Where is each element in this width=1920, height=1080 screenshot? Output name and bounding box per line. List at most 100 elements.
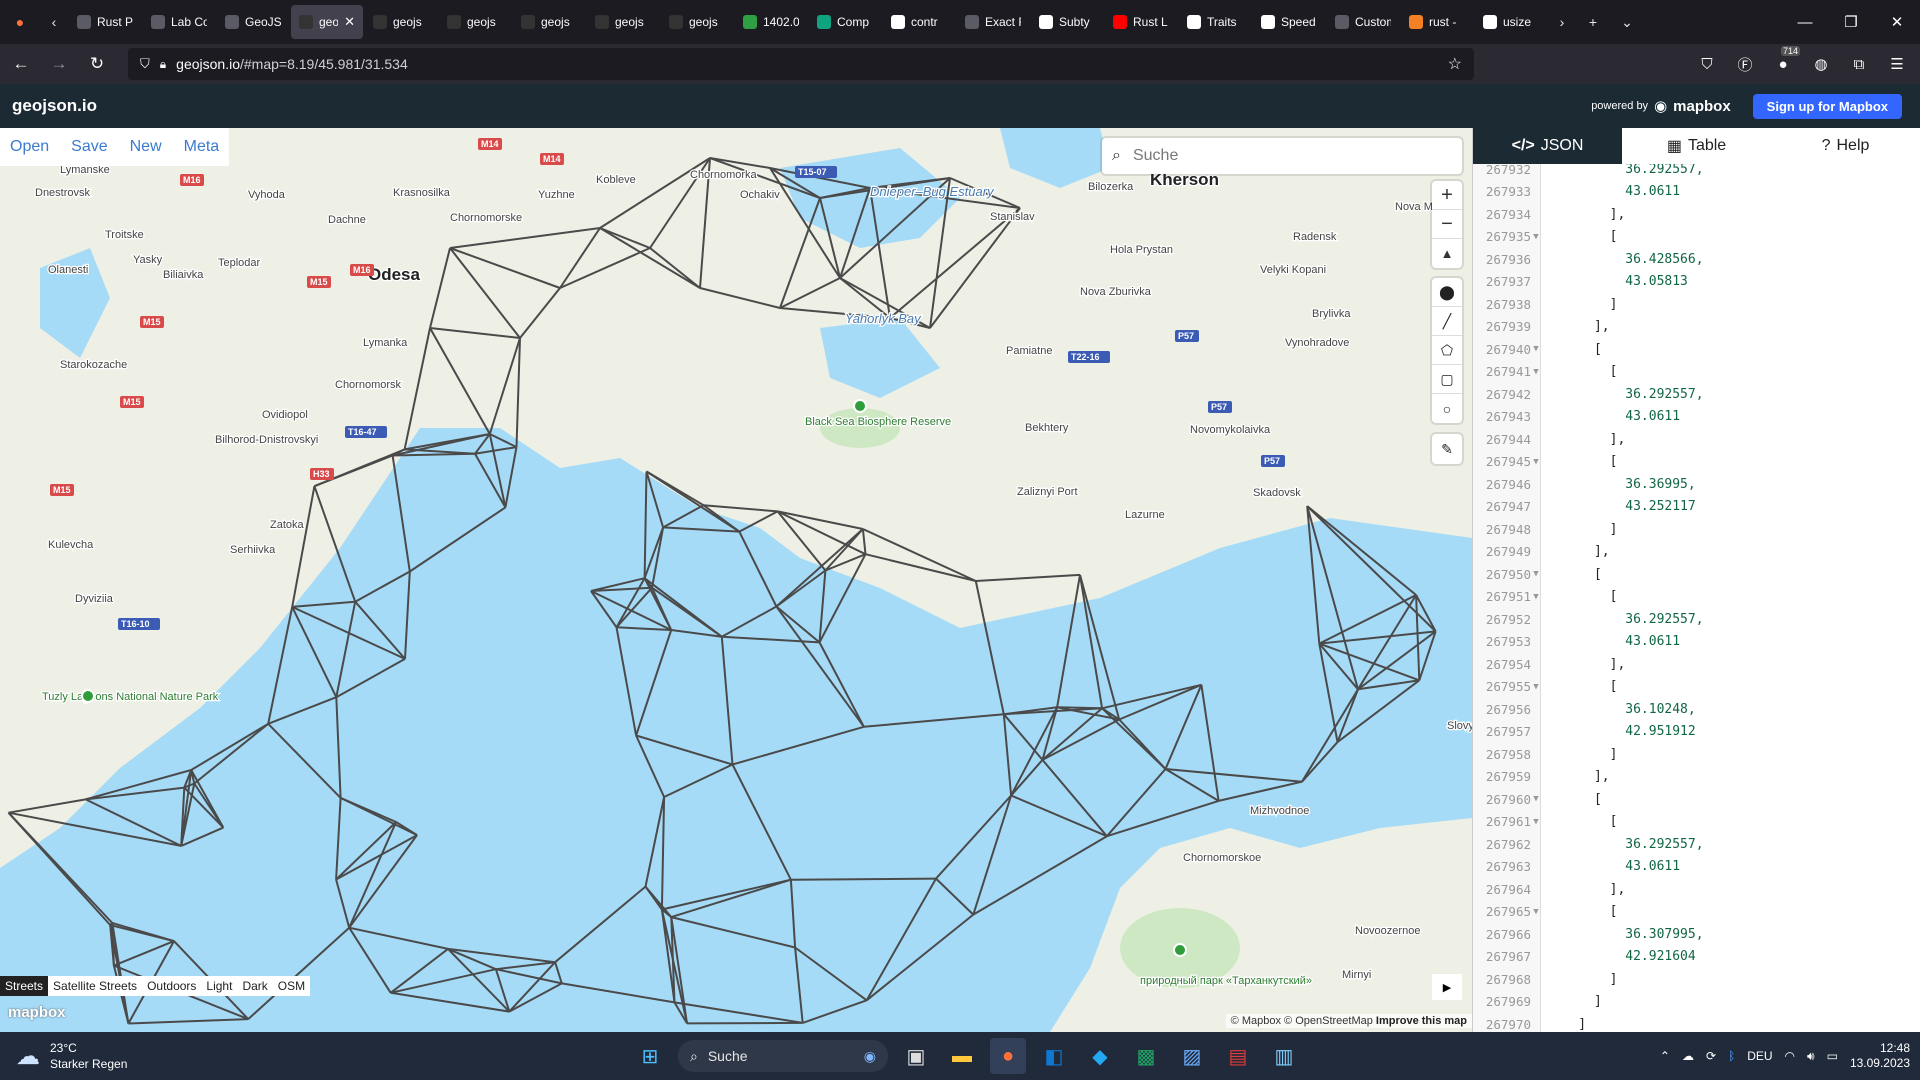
notepad-icon[interactable]: ▥ [1266, 1038, 1302, 1074]
language-indicator[interactable]: DEU [1747, 1049, 1772, 1063]
wifi-icon[interactable]: ◠ [1785, 1049, 1795, 1063]
pocket-icon[interactable]: ⛉ [1690, 48, 1724, 80]
close-window-icon[interactable]: ✕ [1874, 0, 1920, 44]
fold-arrow-icon[interactable]: ▼ [1531, 569, 1541, 579]
browser-tab[interactable]: Traits [1179, 5, 1251, 39]
tab-help[interactable]: ? Help [1771, 128, 1920, 164]
tab-table[interactable]: ▦ Table [1622, 128, 1771, 164]
draw-polygon-icon[interactable]: ⬠ [1432, 336, 1462, 365]
browser-tab[interactable]: Rust Playg [69, 5, 141, 39]
style-dark[interactable]: Dark [237, 976, 272, 996]
edit-features-icon[interactable]: ✎ [1432, 434, 1462, 464]
fold-arrow-icon[interactable]: ▼ [1531, 907, 1541, 917]
menu-save[interactable]: Save [71, 138, 107, 156]
excel-icon[interactable]: ▩ [1128, 1038, 1164, 1074]
browser-tab[interactable]: GeoJSON [217, 5, 289, 39]
outlook-icon[interactable]: ◧ [1036, 1038, 1072, 1074]
file-explorer-icon[interactable]: ▬ [944, 1038, 980, 1074]
menu-meta[interactable]: Meta [184, 138, 220, 156]
onedrive-icon[interactable]: ☁ [1682, 1049, 1694, 1063]
fold-arrow-icon[interactable]: ▼ [1531, 344, 1541, 354]
browser-tab[interactable]: Exact Rou [957, 5, 1029, 39]
minimize-icon[interactable]: — [1782, 0, 1828, 44]
app-logo[interactable]: geojson.io [12, 96, 97, 116]
battery-icon[interactable]: ▭ [1827, 1049, 1838, 1063]
draw-rectangle-icon[interactable]: ▢ [1432, 365, 1462, 394]
draw-line-icon[interactable]: ╱ [1432, 307, 1462, 336]
attribution-mapbox[interactable]: © Mapbox [1231, 1015, 1281, 1027]
list-all-tabs-icon[interactable]: ⌄ [1610, 0, 1644, 44]
browser-tab[interactable]: Lab Cours [143, 5, 215, 39]
hamburger-menu-icon[interactable]: ☰ [1880, 48, 1914, 80]
bluetooth-icon[interactable]: ᛒ [1728, 1049, 1735, 1063]
zoom-in-icon[interactable]: + [1432, 181, 1462, 210]
fold-arrow-icon[interactable]: ▼ [1531, 232, 1541, 242]
draw-point-icon[interactable]: ⬤ [1432, 278, 1462, 307]
browser-tab[interactable]: geojs [587, 5, 659, 39]
browser-tab[interactable]: usize [1475, 5, 1547, 39]
weather-widget[interactable]: ☁ 23°C Starker Regen [16, 1040, 127, 1072]
todo-app-icon[interactable]: ▤ [1220, 1038, 1256, 1074]
style-light[interactable]: Light [201, 976, 237, 996]
url-bar[interactable]: ⛉ 🔒︎ geojson.io/#map=8.19/45.981/31.534 … [128, 48, 1474, 80]
extension-badge-icon[interactable]: ● 714 [1766, 46, 1800, 80]
browser-tab[interactable]: Comp [809, 5, 881, 39]
firefox-menu-icon[interactable]: ● [0, 0, 40, 44]
volume-icon[interactable]: 🔊︎ [1807, 1049, 1815, 1064]
style-satellite-streets[interactable]: Satellite Streets [48, 976, 142, 996]
sync-icon[interactable]: ⟳ [1706, 1049, 1716, 1063]
clock[interactable]: 12:48 13.09.2023 [1850, 1041, 1910, 1071]
draw-circle-icon[interactable]: ○ [1432, 394, 1462, 423]
reload-icon[interactable]: ↻ [80, 48, 114, 80]
browser-tab[interactable]: contr [883, 5, 955, 39]
browser-tab[interactable]: Customiza [1327, 5, 1399, 39]
forward-icon[interactable]: → [42, 48, 76, 80]
account-icon[interactable]: Ⓕ [1728, 48, 1762, 80]
browser-tab[interactable]: Rust L [1105, 5, 1177, 39]
browser-tab[interactable]: Speed [1253, 5, 1325, 39]
paint-icon[interactable]: ▨ [1174, 1038, 1210, 1074]
task-view-icon[interactable]: ▣ [898, 1038, 934, 1074]
shield-icon[interactable]: ⛉ [140, 56, 150, 72]
browser-tab[interactable]: rust - [1401, 5, 1473, 39]
fold-arrow-icon[interactable]: ▼ [1531, 457, 1541, 467]
zoom-out-icon[interactable]: − [1432, 210, 1462, 239]
firefox-taskbar-icon[interactable]: ● [990, 1038, 1026, 1074]
signup-button[interactable]: Sign up for Mapbox [1752, 93, 1902, 119]
extensions-icon[interactable]: ⧉ [1842, 48, 1876, 80]
tab-json[interactable]: </> JSON [1473, 128, 1622, 164]
compass-icon[interactable]: ▲ [1432, 239, 1462, 268]
collapse-panel-icon[interactable]: ▶ [1432, 974, 1462, 1000]
taskbar-search[interactable]: ⌕ Suche ◉ [678, 1040, 888, 1072]
tray-overflow-icon[interactable]: ⌃ [1660, 1049, 1670, 1063]
fold-arrow-icon[interactable]: ▼ [1531, 682, 1541, 692]
bookmark-star-icon[interactable]: ☆ [1448, 54, 1462, 74]
map-canvas[interactable]: Lymanske Dnestrovsk Vyhoda Krasnosilka Yuzhn… [0, 128, 1472, 1032]
browser-tab[interactable]: geojs [513, 5, 585, 39]
browser-tab[interactable]: geojs [661, 5, 733, 39]
menu-new[interactable]: New [130, 138, 162, 156]
tab-scroll-right-icon[interactable]: › [1548, 0, 1576, 44]
browser-tab[interactable]: geo ✕ [291, 5, 363, 39]
improve-map-link[interactable]: Improve this map [1376, 1015, 1467, 1027]
browser-tab[interactable]: Subty [1031, 5, 1103, 39]
fold-arrow-icon[interactable]: ▼ [1531, 592, 1541, 602]
style-streets[interactable]: Streets [0, 976, 49, 996]
browser-tab[interactable]: geojs [365, 5, 437, 39]
restore-icon[interactable]: ❐ [1828, 0, 1874, 44]
tab-scroll-left-icon[interactable]: ‹ [40, 0, 68, 44]
fold-arrow-icon[interactable]: ▼ [1531, 794, 1541, 804]
browser-tab[interactable]: geojs [439, 5, 511, 39]
map-search[interactable]: ⌕ Suche [1102, 138, 1462, 174]
close-tab-icon[interactable]: ✕ [344, 14, 355, 30]
style-outdoors[interactable]: Outdoors [142, 976, 201, 996]
cookie-icon[interactable]: ◍ [1804, 48, 1838, 80]
browser-tab[interactable]: 1402.0 [735, 5, 807, 39]
lock-icon[interactable]: 🔒︎ [160, 57, 166, 72]
back-icon[interactable]: ← [4, 48, 38, 80]
fold-arrow-icon[interactable]: ▼ [1531, 817, 1541, 827]
windows-start-icon[interactable]: ⊞ [632, 1038, 668, 1074]
vscode-icon[interactable]: ◆ [1082, 1038, 1118, 1074]
json-editor[interactable]: 267932 36.292557, 267933 43.0611 267934 ],… [1473, 164, 1920, 1032]
new-tab-icon[interactable]: + [1576, 0, 1610, 44]
